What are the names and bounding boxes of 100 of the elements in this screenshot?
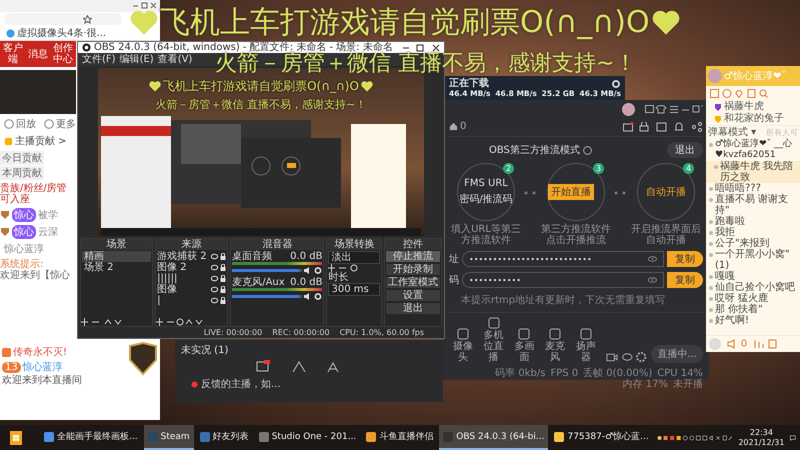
speaker-icon [2,348,11,357]
action-link[interactable]: 更多 [56,117,76,131]
source-item[interactable]: 图像 [157,284,178,295]
speaker-gear-icon[interactable] [304,293,322,300]
start-live-button[interactable]: 开始直播 [548,184,594,200]
tool-icon[interactable] [549,328,562,340]
input-field[interactable]: •••••••••••••••••••••••••• [462,251,664,267]
emblem-icon [128,342,158,376]
tool-button[interactable]: 麦克风 [541,341,570,363]
eye-lock-icon[interactable] [211,286,226,293]
channel-name: 麦克风/Aux [232,277,285,288]
step-badge: 2 [503,163,514,174]
control-button[interactable]: 退出 [386,303,440,314]
clock-time: 22:34 [750,428,773,438]
viewer-count: 0 [460,121,466,132]
header-nav-link[interactable]: 创作中心 [52,43,74,65]
tool-button[interactable]: 多机位直播 [480,330,508,363]
tray-icons-drawing[interactable] [656,432,732,442]
eye-icon[interactable] [648,277,657,283]
taskbar-button[interactable]: 全能画手最终画板... [40,425,142,450]
bullet-icon [709,308,713,312]
live-status-button[interactable]: 直播中... [651,345,703,363]
tool-button[interactable]: 扬声器 [572,341,600,363]
list-controls-icon[interactable] [328,264,358,272]
download-title: 正在下载 [449,78,489,89]
eye-lock-icon[interactable] [211,264,226,271]
toolbar-icons-drawing[interactable] [623,122,703,132]
tool-button[interactable]: 多画面 [510,341,538,363]
eye-icon[interactable] [648,256,657,262]
volume-slider[interactable] [232,269,302,272]
windows-logo-icon[interactable] [10,430,22,444]
chat-tools-drawing[interactable] [710,89,768,98]
help-icon[interactable] [582,146,592,154]
panel-title[interactable]: 未实况 (1) [181,343,437,357]
ranking-tab[interactable]: 本周贡献 [0,166,44,180]
star-icon[interactable] [83,14,92,24]
status-text: CPU 14% [657,368,703,379]
tool-icon[interactable] [488,317,500,329]
source-item[interactable]: | [157,295,160,306]
taskbar-button[interactable]: Studio One - 201... [254,425,360,450]
copy-button[interactable]: 复制 [667,251,703,267]
bookmark-link[interactable]: 虚拟摄像头4条·很... [17,26,106,40]
eye-lock-icon[interactable] [211,297,226,304]
tool-button[interactable]: 摄像头 [449,341,477,363]
avatar-icon[interactable] [622,103,635,116]
eye-lock-icon[interactable] [211,275,226,282]
menu-item[interactable]: 查看(V) [158,54,192,65]
taskbar-button[interactable]: 775387-♂惊心蓝... [550,425,653,450]
window-controls-icon[interactable] [645,105,703,114]
tool-icon[interactable] [580,328,592,340]
step-label: FMS URL [464,178,508,189]
notice-message: 传奇永不灭! [13,347,68,358]
step-caption: 第三方推流软件点击开播推流 [540,224,612,246]
header-nav-link[interactable]: 消息 [27,43,49,65]
step-badge: 4 [683,163,694,174]
taskbar-button[interactable]: 好友列表 [196,425,253,450]
action-link[interactable]: 回放 [16,117,36,131]
eye-lock-icon[interactable] [211,253,226,260]
control-button[interactable]: 开始录制 [386,264,440,275]
settings-icon[interactable] [611,78,621,88]
taskbar-button[interactable]: 斗鱼直播伴侣 [362,425,438,450]
bullet-icon [709,187,713,191]
control-button[interactable]: 设置 [386,290,440,301]
transition-dropdown[interactable]: 淡出 [328,251,380,264]
menu-item[interactable]: 文件(F) [82,54,116,65]
taskbar-button[interactable]: Steam [144,425,194,450]
home-icon [449,122,458,131]
speaker-gear-icon[interactable] [304,267,322,274]
source-item[interactable]: 游戏捕获 2 [157,251,207,262]
header-nav-link[interactable]: 客户端 [2,43,24,65]
volume-slider[interactable] [232,295,302,298]
scene-item[interactable]: 精画 [82,251,152,262]
step-caption: 填入URL等第三方推流软件 [450,224,522,246]
chat-mode-dropdown[interactable]: 弹幕模式 ▾ [708,127,756,138]
window-controls-icon[interactable] [402,44,440,52]
chat-message: 嘎嘎 [715,271,735,282]
control-button[interactable]: 工作室模式 [386,277,440,288]
bullet-icon [709,275,713,279]
chat-tools-drawing[interactable] [727,339,777,349]
tool-icon[interactable] [456,328,469,340]
status-text: 码率 0kb/s [495,368,546,379]
control-button[interactable]: 停止推流 [386,251,440,262]
exit-button[interactable]: 退出 [667,142,703,158]
copy-button[interactable]: 复制 [667,272,703,288]
fan-badge: 惊心 [12,208,36,222]
scene-item[interactable]: 场景 2 [82,262,152,273]
source-item[interactable]: |||||| [157,273,178,284]
input-field[interactable]: ••••••••••• [462,272,664,288]
tool-icon[interactable] [518,328,530,340]
ranking-tab[interactable]: 今日贡献 [0,151,44,165]
duration-field[interactable]: 300 ms [328,283,380,296]
menu-item[interactable]: 编辑(E) [120,54,154,65]
status-text: REC: 00:00:00 [272,328,330,337]
toolbar-icons-drawing[interactable] [606,351,648,363]
level-badge: 13 [2,362,21,373]
notification-icon[interactable] [790,432,796,442]
taskbar-button[interactable]: OBS 24.0.3 (64-bi... [439,425,548,450]
contribution-title[interactable]: 主播贡献 > [15,134,67,148]
source-item[interactable]: 图像 2 [157,262,187,273]
welcome-message: 欢迎来到本直播间 [2,375,82,386]
